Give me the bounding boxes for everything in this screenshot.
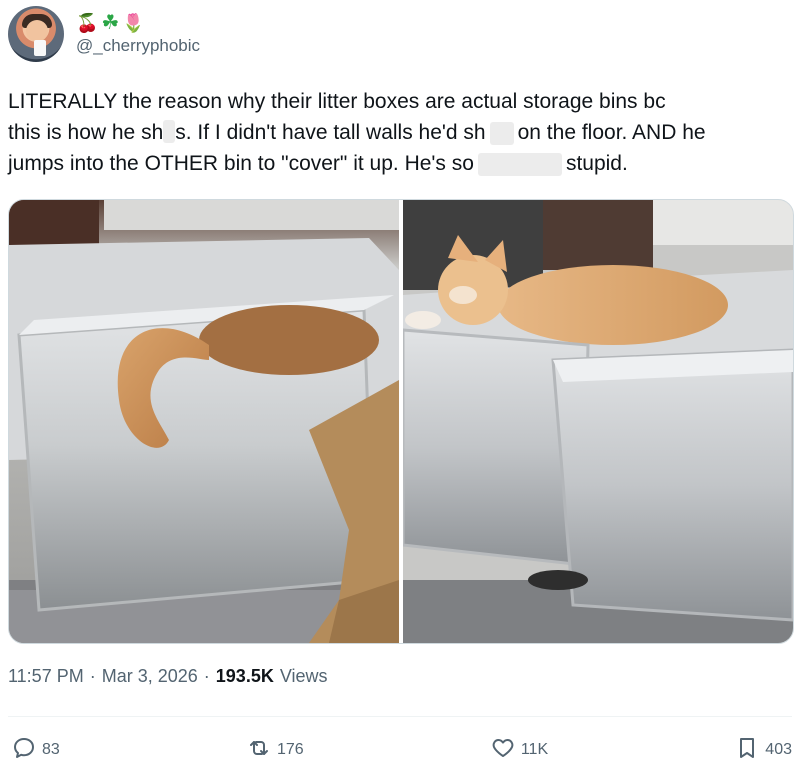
avatar-face xyxy=(26,20,48,42)
tweet-header: 🍒 ☘ 🌷 @_cherryphobic xyxy=(8,6,200,62)
photo-cat-tail-in-bin[interactable] xyxy=(9,200,399,643)
author-names: 🍒 ☘ 🌷 @_cherryphobic xyxy=(76,12,200,56)
reply-button[interactable]: 83 xyxy=(12,734,60,766)
bookmark-button[interactable]: 403 xyxy=(735,734,792,766)
shamrock-icon: ☘ xyxy=(101,12,120,34)
tweet-time[interactable]: 11:57 PM xyxy=(8,666,84,687)
bookmark-count: 403 xyxy=(765,741,792,758)
cherries-icon: 🍒 xyxy=(76,13,99,33)
redaction-bar xyxy=(477,152,562,176)
action-bar: 83 176 11K 403 xyxy=(12,734,792,766)
tulip-icon: 🌷 xyxy=(122,13,145,33)
like-count: 11K xyxy=(520,741,549,758)
display-name-emojis[interactable]: 🍒 ☘ 🌷 xyxy=(76,12,200,34)
redaction-bar xyxy=(163,119,176,143)
avatar-cup xyxy=(34,40,46,56)
tweet-line-3a: jumps into the OTHER bin to "cover" it u… xyxy=(8,152,474,175)
views-count: 193.5K xyxy=(215,666,274,686)
tweet-line-2c: on the floor. AND he xyxy=(517,121,706,144)
repost-count: 176 xyxy=(276,741,304,758)
author-handle[interactable]: @_cherryphobic xyxy=(76,36,200,56)
bookmark-icon xyxy=(735,736,759,765)
repost-icon xyxy=(247,736,271,765)
meta-separator: · xyxy=(203,666,210,686)
tweet-date[interactable]: Mar 3, 2026 xyxy=(102,666,198,687)
divider xyxy=(8,716,792,717)
avatar[interactable] xyxy=(8,6,64,62)
tweet-line-2: this is how he sh s. If I didn't have tal… xyxy=(8,117,792,148)
repost-button[interactable]: 176 xyxy=(247,734,304,766)
tweet-line-2b: s. If I didn't have tall walls he'd sh xyxy=(175,121,486,144)
reply-icon xyxy=(12,736,36,765)
tweet-media xyxy=(8,199,794,644)
meta-separator: · xyxy=(89,666,96,686)
views-label: Views xyxy=(279,666,328,686)
tweet-line-2a: this is how he sh xyxy=(8,121,164,144)
photo-2-illustration xyxy=(403,200,793,643)
photo-cat-in-bin[interactable] xyxy=(403,200,793,643)
like-button[interactable]: 11K xyxy=(491,734,548,766)
tweet-line-3b: stupid. xyxy=(565,152,628,175)
heart-icon xyxy=(491,736,515,765)
tweet-line-3: jumps into the OTHER bin to "cover" it u… xyxy=(8,148,792,179)
tweet-text: LITERALLY the reason why their litter bo… xyxy=(8,86,792,179)
tweet-meta: 11:57 PM · Mar 3, 2026 · 193.5K Views xyxy=(8,666,328,687)
photo-1-illustration xyxy=(9,200,399,643)
reply-count: 83 xyxy=(42,741,60,758)
tweet-line-1: LITERALLY the reason why their litter bo… xyxy=(8,90,666,113)
redaction-bar xyxy=(489,121,514,145)
